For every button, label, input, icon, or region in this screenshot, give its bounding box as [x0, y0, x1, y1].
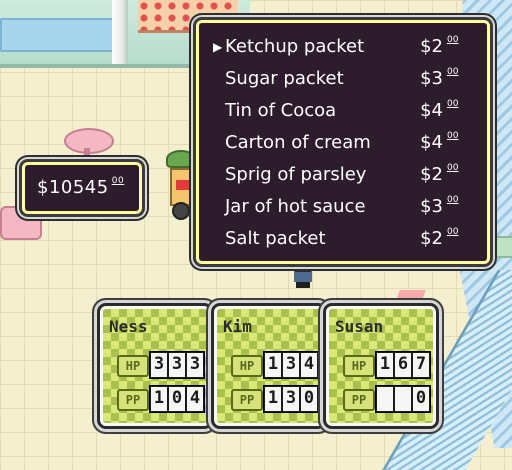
pp-digit: 1 — [151, 387, 167, 411]
hp-rolling-counter: 3 3 3 — [149, 351, 205, 379]
party-status-kim: Kim HP 1 3 4 PP 1 3 0 — [211, 303, 327, 429]
blue-counter — [0, 18, 124, 52]
character-name: Kim — [223, 317, 252, 336]
hp-label: HP — [231, 355, 263, 377]
shop-item-cents: 00 — [447, 67, 459, 77]
pp-rolling-counter: 0 — [375, 385, 431, 413]
pp-label: PP — [117, 389, 149, 411]
hp-digit: 6 — [395, 353, 411, 377]
shop-item-cents: 00 — [447, 195, 459, 205]
money-window: $10545 00 — [19, 159, 145, 217]
hp-digit: 1 — [265, 353, 281, 377]
shop-item-cents: 00 — [447, 131, 459, 141]
shop-item-row[interactable]: Tin of Cocoa $4 00 — [199, 97, 487, 129]
player-shirt — [294, 272, 312, 282]
pp-digit — [377, 387, 393, 411]
hp-digit: 3 — [283, 353, 299, 377]
shop-item-list: ▶ Ketchup packet $2 00 Sugar packet $3 0… — [199, 33, 487, 257]
player-feet — [296, 282, 310, 288]
pp-rolling-counter: 1 3 0 — [263, 385, 319, 413]
pp-label: PP — [343, 389, 375, 411]
npc-wheel — [172, 202, 190, 220]
shop-item-price: $4 — [420, 132, 443, 153]
pp-meter: PP 1 0 4 — [117, 385, 205, 413]
table-leg — [84, 148, 90, 162]
shop-item-row[interactable]: Salt packet $2 00 — [199, 225, 487, 257]
hp-rolling-counter: 1 3 4 — [263, 351, 319, 379]
character-name: Susan — [335, 317, 384, 336]
shop-item-row[interactable]: Jar of hot sauce $3 00 — [199, 193, 487, 225]
hp-digit: 7 — [413, 353, 429, 377]
hp-label: HP — [117, 355, 149, 377]
hp-digit: 3 — [169, 353, 185, 377]
shop-item-name: Salt packet — [225, 228, 326, 249]
hp-digit: 4 — [301, 353, 317, 377]
pp-digit — [395, 387, 411, 411]
pp-digit: 0 — [169, 387, 185, 411]
pp-meter: PP 0 — [343, 385, 431, 413]
party-status-ness: Ness HP 3 3 3 PP 1 0 4 — [97, 303, 213, 429]
hp-rolling-counter: 1 6 7 — [375, 351, 431, 379]
shop-item-price: $2 — [420, 228, 443, 249]
shop-item-name: Ketchup packet — [225, 36, 365, 57]
character-name: Ness — [109, 317, 148, 336]
pp-digit: 0 — [413, 387, 429, 411]
money-amount: $10545 00 — [37, 177, 124, 199]
money-dollar-sign: $ — [37, 177, 49, 198]
shop-item-row[interactable]: Sprig of parsley $2 00 — [199, 161, 487, 193]
npc-tag — [176, 180, 190, 190]
shop-item-row[interactable]: ▶ Ketchup packet $2 00 — [199, 33, 487, 65]
shop-item-cents: 00 — [447, 227, 459, 237]
pp-digit: 0 — [301, 387, 317, 411]
npc-hat — [166, 150, 196, 168]
pp-label: PP — [231, 389, 263, 411]
pp-digit: 1 — [265, 387, 281, 411]
money-value: 10545 — [48, 177, 109, 198]
shop-item-name: Carton of cream — [225, 132, 371, 153]
hp-digit: 1 — [377, 353, 393, 377]
shop-item-price: $3 — [420, 68, 443, 89]
hp-digit: 3 — [187, 353, 203, 377]
pp-digit: 4 — [187, 387, 203, 411]
pp-digit: 3 — [283, 387, 299, 411]
hp-meter: HP 1 3 4 — [231, 351, 319, 379]
hp-label: HP — [343, 355, 375, 377]
hp-meter: HP 3 3 3 — [117, 351, 205, 379]
shop-item-name: Sprig of parsley — [225, 164, 367, 185]
hp-meter: HP 1 6 7 — [343, 351, 431, 379]
pink-rug — [396, 290, 426, 300]
money-cents: 00 — [111, 176, 125, 186]
shop-item-cents: 00 — [447, 163, 459, 173]
shop-item-price: $3 — [420, 196, 443, 217]
shop-item-row[interactable]: Sugar packet $3 00 — [199, 65, 487, 97]
shop-item-cents: 00 — [447, 99, 459, 109]
shop-item-row[interactable]: Carton of cream $4 00 — [199, 129, 487, 161]
shop-window: ▶ Ketchup packet $2 00 Sugar packet $3 0… — [193, 17, 493, 267]
shop-item-price: $4 — [420, 100, 443, 121]
shopkeeper-npc — [166, 150, 196, 222]
shop-item-price: $2 — [420, 164, 443, 185]
pp-rolling-counter: 1 0 4 — [149, 385, 205, 413]
shop-item-name: Sugar packet — [225, 68, 344, 89]
menu-cursor-icon: ▶ — [213, 40, 223, 54]
shop-item-cents: 00 — [447, 35, 459, 45]
shop-item-price: $2 — [420, 36, 443, 57]
hp-digit: 3 — [151, 353, 167, 377]
pillar — [112, 0, 128, 64]
shop-item-name: Tin of Cocoa — [225, 100, 337, 121]
shop-item-name: Jar of hot sauce — [225, 196, 366, 217]
player-character — [292, 262, 314, 288]
pp-meter: PP 1 3 0 — [231, 385, 319, 413]
party-status-susan: Susan HP 1 6 7 PP 0 — [323, 303, 439, 429]
